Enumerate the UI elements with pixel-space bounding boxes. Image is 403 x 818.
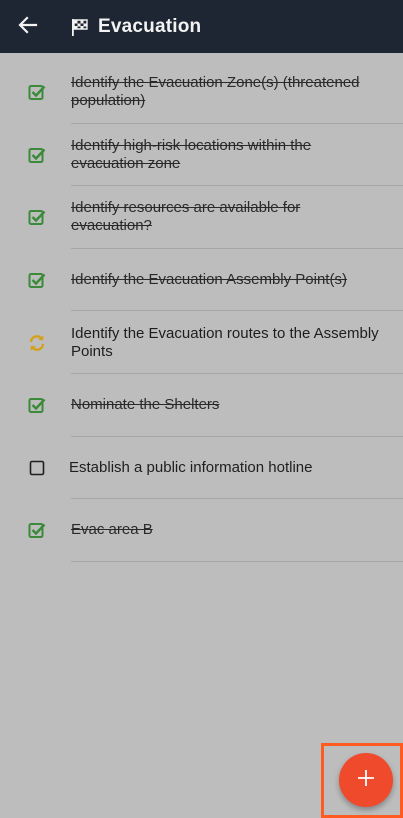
task-label: Identify the Evacuation Zone(s) (threate…	[71, 74, 360, 110]
title-group: Evacuation	[70, 0, 201, 53]
task-label: Identify resources are available for eva…	[71, 199, 301, 235]
back-button[interactable]	[14, 13, 42, 41]
task-label: Identify high-risk locations within the …	[71, 136, 312, 172]
task-label: Identify the Evacuation Assembly Point(s…	[71, 271, 347, 289]
add-task-button[interactable]	[339, 753, 393, 807]
app-bar: Evacuation	[0, 0, 403, 53]
page-title: Evacuation	[98, 15, 202, 37]
checked-checkbox-icon[interactable]	[27, 270, 47, 290]
checked-checkbox-icon[interactable]	[27, 207, 47, 227]
task-row[interactable]: Establish a public information hotline	[0, 437, 403, 500]
task-row[interactable]: Identify resources are available for eva…	[0, 186, 403, 249]
task-row[interactable]: Identify the Evacuation Zone(s) (threate…	[0, 61, 403, 124]
checked-checkbox-icon[interactable]	[27, 82, 47, 102]
task-label: Nominate the Shelters	[71, 396, 220, 414]
sync-icon[interactable]	[27, 333, 47, 353]
task-row[interactable]: Nominate the Shelters	[0, 374, 403, 437]
checkbox-icon[interactable]	[27, 458, 47, 478]
task-list: Identify the Evacuation Zone(s) (threate…	[0, 61, 403, 562]
plus-icon	[356, 768, 376, 793]
checked-checkbox-icon[interactable]	[27, 520, 47, 540]
flag-icon	[70, 16, 92, 38]
task-row[interactable]: Identify high-risk locations within the …	[0, 124, 403, 187]
task-row[interactable]: Identify the Evacuation Assembly Point(s…	[0, 249, 403, 312]
checked-checkbox-icon[interactable]	[27, 145, 47, 165]
row-divider	[71, 560, 403, 562]
task-row[interactable]: Evac area B	[0, 499, 403, 562]
task-row[interactable]: Identify the Evacuation routes to the As…	[0, 311, 403, 374]
task-label: Evac area B	[71, 521, 153, 539]
task-label: Establish a public information hotline	[69, 458, 313, 476]
task-label: Identify the Evacuation routes to the As…	[71, 324, 379, 360]
arrow-left-icon	[18, 15, 38, 40]
checked-checkbox-icon[interactable]	[27, 395, 47, 415]
